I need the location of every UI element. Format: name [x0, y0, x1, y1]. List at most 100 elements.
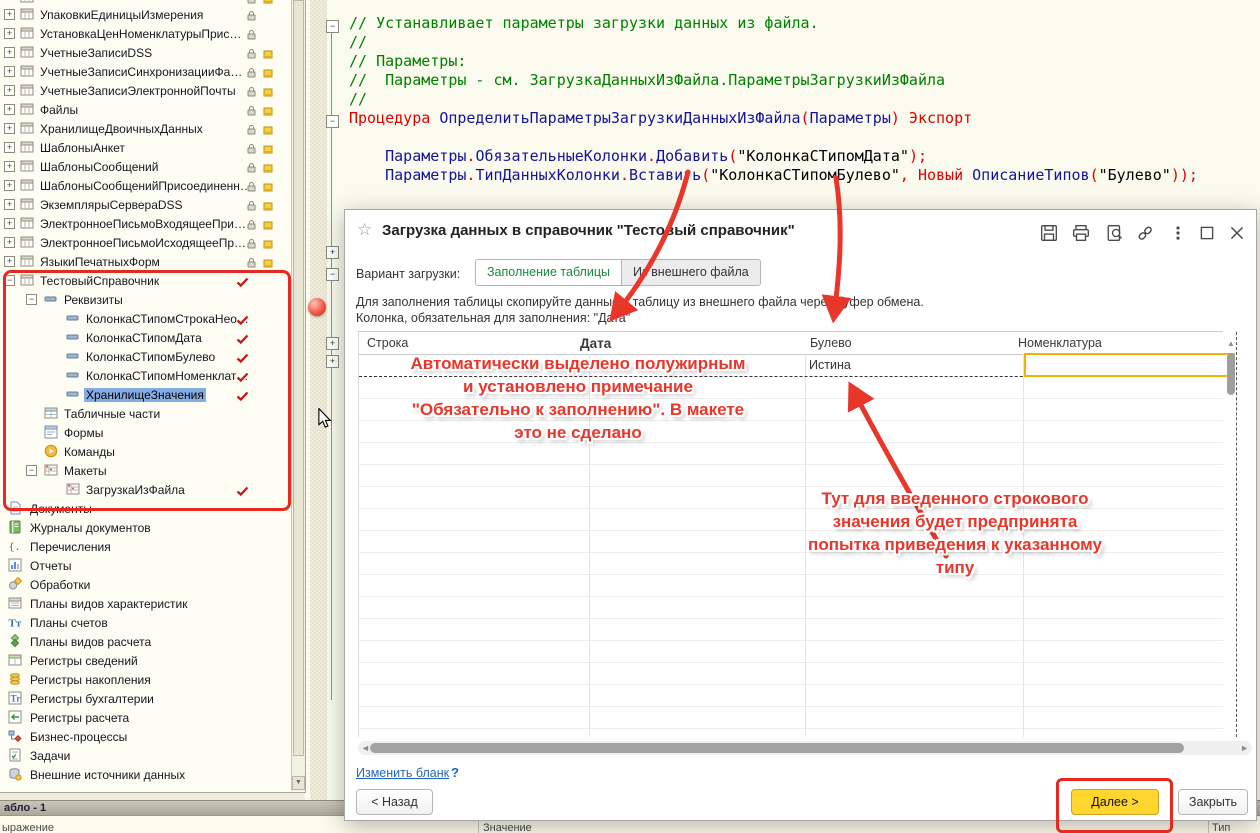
- link-icon[interactable]: [1136, 224, 1154, 242]
- tree-item-Перечисления[interactable]: {..}Перечисления: [0, 537, 305, 556]
- svg-text:Тг: Тг: [11, 694, 21, 704]
- fold-expanded-icon[interactable]: −: [326, 115, 339, 128]
- tree-item-УчетныеЗаписиСинхронизацииФа…[interactable]: +УчетныеЗаписиСинхронизацииФа…: [0, 62, 305, 81]
- fold-collapsed-icon[interactable]: +: [326, 337, 339, 350]
- table-vertical-scrollbar[interactable]: ▲: [1224, 331, 1238, 736]
- favorite-star-icon[interactable]: ☆: [357, 220, 372, 240]
- tree-scrollbar-thumb[interactable]: [293, 0, 304, 756]
- tree-item-ЭлектронноеПисьмоИсходящееПр…[interactable]: +ЭлектронноеПисьмоИсходящееПр…: [0, 233, 305, 252]
- tree-item-Отчеты[interactable]: Отчеты: [0, 556, 305, 575]
- table-hscroll-thumb[interactable]: [370, 743, 1184, 753]
- tree-item-Журналы документов[interactable]: Журналы документов: [0, 518, 305, 537]
- expand-plus-icon[interactable]: +: [4, 218, 15, 229]
- tree-item-ШаблоныСообщенийПрисоединенн…[interactable]: + ШаблоныСообщенийПрисоединенн…: [0, 176, 305, 195]
- preview-icon[interactable]: [1106, 224, 1124, 242]
- tree-scrollbar[interactable]: ▼: [291, 0, 305, 791]
- tree-item-label: ЭкземплярыСервераDSS: [40, 198, 183, 212]
- grid-line: [359, 464, 1223, 465]
- variant-fill-table[interactable]: Заполнение таблицы: [476, 260, 622, 285]
- table-horizontal-scrollbar[interactable]: ◄ ►: [358, 741, 1252, 755]
- tree-item-Обработки[interactable]: Обработки: [0, 575, 305, 594]
- print-icon[interactable]: [1072, 224, 1090, 242]
- expand-plus-icon[interactable]: +: [4, 256, 15, 267]
- close-icon[interactable]: [1228, 224, 1246, 242]
- tree-item-УстановкаЦенНоменклатурыПрис…[interactable]: +УстановкаЦенНоменклатурыПрис…: [0, 24, 305, 43]
- tree-scrollbar-down-arrow[interactable]: ▼: [292, 776, 305, 790]
- table-vscroll-thumb[interactable]: [1227, 353, 1235, 395]
- grid-line: [359, 640, 1223, 641]
- variant-external-file[interactable]: Из внешнего файла: [622, 260, 760, 285]
- table-scroll-right-arrow[interactable]: ►: [1240, 743, 1249, 753]
- breakpoint-margin[interactable]: [310, 0, 327, 812]
- active-cell[interactable]: [1024, 353, 1235, 377]
- expand-plus-icon[interactable]: +: [4, 47, 15, 58]
- column-header-Булево[interactable]: Булево: [810, 336, 852, 350]
- expand-plus-icon[interactable]: +: [4, 142, 15, 153]
- fold-collapsed-icon[interactable]: +: [326, 246, 339, 259]
- maximize-icon[interactable]: [1198, 224, 1216, 242]
- char-kinds-icon: [8, 596, 22, 610]
- expand-plus-icon[interactable]: +: [4, 66, 15, 77]
- tree-item-УпаковкиЕдиницыИзмерения[interactable]: +УпаковкиЕдиницыИзмерения: [0, 5, 305, 24]
- fold-collapsed-icon[interactable]: +: [326, 355, 339, 368]
- tree-item-ХранилищеДвоичныхДанных[interactable]: +ХранилищеДвоичныхДанных: [0, 119, 305, 138]
- grid-line: [359, 684, 1223, 685]
- expand-plus-icon[interactable]: +: [4, 9, 15, 20]
- breakpoint-icon[interactable]: [308, 298, 326, 316]
- back-button[interactable]: < Назад: [356, 789, 433, 815]
- tree-item-Планы видов расчета[interactable]: Планы видов расчета: [0, 632, 305, 651]
- more-icon[interactable]: [1169, 224, 1187, 242]
- tree-item-Планы счетов[interactable]: ТтПланы счетов: [0, 613, 305, 632]
- expand-plus-icon[interactable]: +: [4, 237, 15, 248]
- tree-item-Регистры расчета[interactable]: Регистры расчета: [0, 708, 305, 727]
- tree-item-Задачи[interactable]: Задачи: [0, 746, 305, 765]
- calc-register-icon: [8, 710, 22, 724]
- tree-item-Регистры накопления[interactable]: Регистры накопления: [0, 670, 305, 689]
- variant-label: Вариант загрузки:: [356, 267, 460, 281]
- table-icon: [20, 7, 34, 21]
- close-button[interactable]: Закрыть: [1178, 789, 1248, 815]
- expand-plus-icon[interactable]: +: [4, 123, 15, 134]
- table-scroll-up-arrow[interactable]: ▲: [1227, 339, 1235, 348]
- tree-item-ЭлектронноеПисьмоВходящееПри…[interactable]: +ЭлектронноеПисьмоВходящееПри…: [0, 214, 305, 233]
- expand-plus-icon[interactable]: +: [4, 199, 15, 210]
- tree-item-Бизнес-процессы[interactable]: Бизнес-процессы: [0, 727, 305, 746]
- tree-item-Регистры бухгалтерии[interactable]: ТгРегистры бухгалтерии: [0, 689, 305, 708]
- tree-item-label: Внешние источники данных: [30, 768, 185, 782]
- fold-expanded-icon[interactable]: −: [326, 20, 339, 33]
- next-button-highlight-rect: [1056, 778, 1173, 833]
- save-icon[interactable]: [1040, 224, 1058, 242]
- tree-item-Планы видов характеристик[interactable]: Планы видов характеристик: [0, 594, 305, 613]
- tree-item-УчетныеЗаписиЭлектроннойПочты[interactable]: +УчетныеЗаписиЭлектроннойПочты: [0, 81, 305, 100]
- tree-item-ШаблоныАнкет[interactable]: +ШаблоныАнкет: [0, 138, 305, 157]
- svg-text:Тт: Тт: [9, 618, 22, 630]
- edit-form-link[interactable]: Изменить бланк: [356, 766, 449, 780]
- expand-plus-icon[interactable]: +: [4, 28, 15, 39]
- tree-item-УчетныеЗаписиDSS[interactable]: +УчетныеЗаписиDSS: [0, 43, 305, 62]
- code-editor[interactable]: // Устанавливает параметры загрузки данн…: [349, 14, 1198, 185]
- tree-item-ШаблоныСообщений[interactable]: +ШаблоныСообщений: [0, 157, 305, 176]
- expand-plus-icon[interactable]: +: [4, 104, 15, 115]
- expand-plus-icon[interactable]: +: [4, 180, 15, 191]
- expand-plus-icon[interactable]: +: [4, 85, 15, 96]
- tree-item-label: ШаблоныСообщенийПрисоединенн…: [40, 179, 252, 193]
- column-header-Строка[interactable]: Строка: [367, 336, 408, 350]
- grid-line: [359, 706, 1223, 707]
- variant-toggle: Заполнение таблицы Из внешнего файла: [475, 259, 761, 286]
- tree-item-Файлы[interactable]: +Файлы: [0, 100, 305, 119]
- tree-item-Регистры сведений[interactable]: Регистры сведений: [0, 651, 305, 670]
- table-icon: [20, 178, 34, 192]
- column-header-Номенклатура[interactable]: Номенклатура: [1018, 336, 1102, 350]
- tree-item-ЯзыкиПечатныхФорм[interactable]: +ЯзыкиПечатныхФорм: [0, 252, 305, 271]
- fold-expanded-icon[interactable]: −: [326, 268, 339, 281]
- tree-item-Внешние источники данных[interactable]: Внешние источники данных: [0, 765, 305, 784]
- table-icon: [20, 197, 34, 211]
- grid-line: [359, 662, 1223, 663]
- info-register-icon: [8, 653, 22, 667]
- cell-boolean-value[interactable]: Истина: [809, 358, 851, 372]
- column-header-Дата[interactable]: Дата: [580, 336, 611, 351]
- help-icon[interactable]: ?: [451, 765, 459, 780]
- tree-item-ЭкземплярыСервераDSS[interactable]: + ЭкземплярыСервераDSS: [0, 195, 305, 214]
- expand-plus-icon[interactable]: +: [4, 161, 15, 172]
- table-scroll-left-arrow[interactable]: ◄: [361, 743, 370, 753]
